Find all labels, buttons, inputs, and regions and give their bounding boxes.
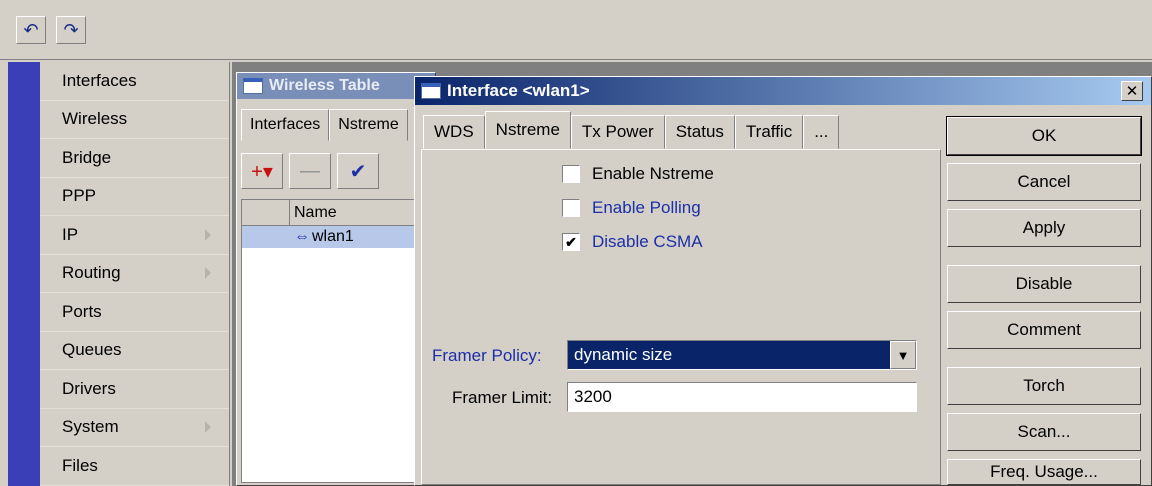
wireless-table-titlebar[interactable]: Wireless Table [237, 73, 435, 99]
sidebar-item-ports[interactable]: Ports [40, 293, 229, 332]
sidebar-item-routing[interactable]: Routing [40, 255, 229, 293]
redo-button[interactable]: ↷ [56, 16, 86, 44]
tab-tx-power[interactable]: Tx Power [570, 115, 665, 149]
enable-polling-row: Enable Polling [562, 198, 701, 218]
ok-button[interactable]: OK [946, 116, 1142, 156]
framer-policy-label: Framer Policy: [432, 346, 542, 365]
apply-button[interactable]: Apply [947, 209, 1141, 247]
top-toolbar: ↶ ↷ [0, 0, 1152, 60]
framer-limit-input[interactable]: 3200 [567, 382, 917, 412]
wireless-interfaces-table: Name ⇔ wlan1 [241, 199, 431, 483]
check-icon: ✔ [349, 160, 367, 183]
tab-status[interactable]: Status [664, 115, 735, 149]
nstreme-panel: Enable Nstreme Enable Polling ✔ Disable … [421, 149, 941, 485]
redo-icon: ↷ [63, 19, 79, 40]
enable-nstreme-row: Enable Nstreme [562, 164, 714, 184]
sidebar-item-system[interactable]: System [40, 409, 229, 447]
cancel-button[interactable]: Cancel [947, 163, 1141, 201]
close-button[interactable]: ✕ [1121, 81, 1143, 101]
wireless-table-toolbar: +▾ — ✔ [241, 153, 379, 189]
table-row[interactable]: ⇔ wlan1 [242, 226, 430, 248]
add-icon: +▾ [251, 160, 273, 183]
undo-icon: ↶ [23, 19, 39, 40]
window-icon [243, 78, 263, 94]
wireless-interface-icon: ⇔ [294, 228, 310, 245]
enable-button[interactable]: ✔ [337, 153, 379, 189]
dialog-titlebar[interactable]: Interface <wlan1> [415, 77, 1151, 105]
sidebar-item-bridge[interactable]: Bridge [40, 139, 229, 178]
sidebar-item-queues[interactable]: Queues [40, 332, 229, 370]
tab-nstreme[interactable]: Nstreme [329, 109, 408, 141]
disable-csma-label: Disable CSMA [592, 232, 703, 251]
window-icon [421, 83, 441, 99]
sidebar-item-wireless[interactable]: Wireless [40, 101, 229, 139]
chevron-down-icon: ▼ [896, 347, 910, 363]
table-header: Name [242, 200, 430, 226]
framer-limit-label: Framer Limit: [452, 388, 553, 407]
framer-policy-value: dynamic size [568, 341, 890, 369]
torch-button[interactable]: Torch [947, 367, 1141, 405]
sidebar-item-interfaces[interactable]: Interfaces [40, 62, 229, 101]
disable-button[interactable]: Disable [947, 265, 1141, 303]
dropdown-button[interactable]: ▼ [890, 341, 916, 369]
wireless-table-title: Wireless Table [269, 77, 380, 94]
remove-button[interactable]: — [289, 153, 331, 189]
remove-icon: — [300, 159, 320, 182]
enable-nstreme-label: Enable Nstreme [592, 164, 714, 183]
submenu-arrow-icon [205, 228, 211, 241]
framer-policy-select[interactable]: dynamic size ▼ [567, 340, 917, 370]
sidebar-item-ip[interactable]: IP [40, 216, 229, 255]
sidebar-item-ppp[interactable]: PPP [40, 178, 229, 216]
sidebar-accent-bar [8, 62, 40, 486]
enable-polling-label: Enable Polling [592, 198, 701, 217]
disable-csma-row: ✔ Disable CSMA [562, 232, 703, 252]
column-header-name[interactable]: Name [290, 200, 337, 225]
tab-traffic[interactable]: Traffic [734, 115, 804, 149]
disable-csma-checkbox[interactable]: ✔ [562, 233, 580, 251]
tab-interfaces[interactable]: Interfaces [241, 109, 330, 141]
add-button[interactable]: +▾ [241, 153, 283, 189]
sidebar-item-files[interactable]: Files [40, 447, 229, 486]
tab-nstreme[interactable]: Nstreme [484, 111, 571, 149]
wireless-table-tabs: Interfaces Nstreme [241, 109, 408, 141]
tab-more[interactable]: ... [803, 115, 840, 149]
enable-polling-checkbox[interactable] [562, 199, 580, 217]
submenu-arrow-icon [205, 421, 211, 434]
dialog-tabs: WDS Nstreme Tx Power Status Traffic ... [423, 111, 840, 149]
comment-button[interactable]: Comment [947, 311, 1141, 349]
undo-button[interactable]: ↶ [16, 16, 46, 44]
check-icon: ✔ [565, 233, 577, 250]
freq-usage-button[interactable]: Freq. Usage... [947, 459, 1141, 485]
close-icon: ✕ [1125, 83, 1139, 100]
wireless-table-window: Wireless Table Interfaces Nstreme +▾ — ✔… [236, 72, 436, 486]
row-name: wlan1 [312, 228, 354, 245]
sidebar-menu: Interfaces Wireless Bridge PPP IP Routin… [40, 62, 230, 486]
sidebar-item-drivers[interactable]: Drivers [40, 370, 229, 409]
tab-wds[interactable]: WDS [423, 115, 485, 149]
scan-button[interactable]: Scan... [947, 413, 1141, 451]
submenu-arrow-icon [205, 267, 211, 280]
interface-dialog: Interface <wlan1> ✕ WDS Nstreme Tx Power… [414, 76, 1152, 486]
enable-nstreme-checkbox[interactable] [562, 165, 580, 183]
dialog-title: Interface <wlan1> [447, 81, 590, 100]
